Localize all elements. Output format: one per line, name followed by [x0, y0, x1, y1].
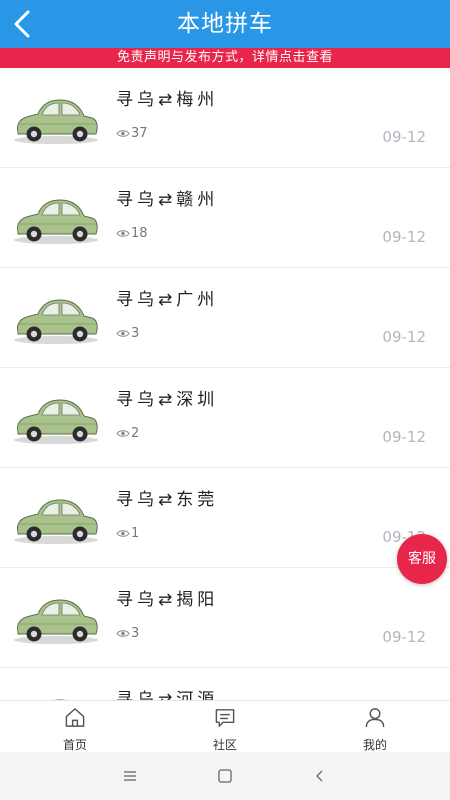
system-navigation-bar: [0, 752, 450, 800]
view-count-value: 3: [131, 326, 140, 341]
customer-service-button[interactable]: 客服: [397, 534, 447, 584]
list-item[interactable]: 寻乌⇄广州 3 09-12: [0, 268, 450, 368]
message-icon: [215, 709, 235, 727]
post-date: 09-12: [382, 128, 426, 146]
tab-label: 我的: [362, 738, 387, 752]
list-item[interactable]: 寻乌⇄梅州 37 09-12: [0, 68, 450, 168]
car-icon: [14, 99, 98, 144]
eye-icon: [116, 130, 130, 137]
view-count: 37: [116, 126, 148, 141]
car-icon: [14, 599, 98, 644]
post-date: 09-12: [382, 428, 426, 446]
view-count: 3: [116, 326, 139, 341]
list-item[interactable]: 寻乌⇄揭阳 3 09-12: [0, 568, 450, 668]
list-item[interactable]: 寻乌⇄河源: [0, 668, 450, 700]
page-title: 本地拼车: [177, 11, 273, 37]
bottom-tab-bar: 首页 社区 我的: [0, 700, 450, 753]
route-text: 寻乌⇄揭阳: [116, 590, 219, 610]
view-count-value: 37: [131, 126, 148, 141]
car-icon: [14, 499, 98, 544]
route-text: 寻乌⇄河源: [116, 690, 219, 700]
system-menu-button[interactable]: [83, 752, 178, 800]
menu-icon: [124, 771, 136, 781]
view-count: 1: [116, 526, 139, 541]
user-icon: [365, 708, 385, 728]
view-count: 18: [116, 226, 148, 241]
route-text: 寻乌⇄东莞: [116, 490, 219, 510]
view-count-value: 3: [131, 626, 140, 641]
post-date: 09-12: [382, 228, 426, 246]
home-icon: [65, 708, 85, 727]
list-item[interactable]: 寻乌⇄赣州 18 09-12: [0, 168, 450, 268]
list-item[interactable]: 寻乌⇄东莞 1 09-12: [0, 468, 450, 568]
car-icon: [54, 699, 66, 700]
home-square-icon: [218, 769, 232, 783]
eye-icon: [116, 630, 130, 637]
tab-label: 首页: [62, 738, 87, 752]
car-icon: [14, 199, 98, 244]
view-count-value: 2: [131, 426, 140, 441]
car-icon: [14, 299, 98, 344]
tab-mine[interactable]: 我的: [300, 701, 450, 753]
system-home-button[interactable]: [178, 752, 273, 800]
eye-icon: [116, 530, 130, 537]
eye-icon: [116, 330, 130, 337]
eye-icon: [116, 230, 130, 237]
route-text: 寻乌⇄深圳: [116, 390, 219, 410]
system-back-button[interactable]: [273, 752, 368, 800]
disclaimer-banner[interactable]: 免责声明与发布方式，详情点击查看: [0, 48, 450, 68]
route-text: 寻乌⇄梅州: [116, 90, 219, 110]
list-item[interactable]: 寻乌⇄深圳 2 09-12: [0, 368, 450, 468]
tab-home[interactable]: 首页: [0, 701, 150, 753]
app-header: 本地拼车: [0, 0, 450, 48]
tab-community[interactable]: 社区: [150, 701, 300, 753]
back-icon: [316, 770, 323, 782]
post-date: 09-12: [382, 628, 426, 646]
view-count: 3: [116, 626, 139, 641]
route-text: 寻乌⇄赣州: [116, 190, 219, 210]
view-count-value: 1: [131, 526, 140, 541]
eye-icon: [116, 430, 130, 437]
post-date: 09-12: [382, 328, 426, 346]
route-text: 寻乌⇄广州: [116, 290, 219, 310]
view-count: 2: [116, 426, 139, 441]
view-count-value: 18: [131, 226, 148, 241]
tab-label: 社区: [212, 738, 237, 752]
car-icon: [14, 399, 98, 444]
rideshare-list: 寻乌⇄梅州 37 09-12 寻乌⇄赣州 18 09-12 寻乌⇄广州 3 09-12…: [0, 68, 450, 700]
